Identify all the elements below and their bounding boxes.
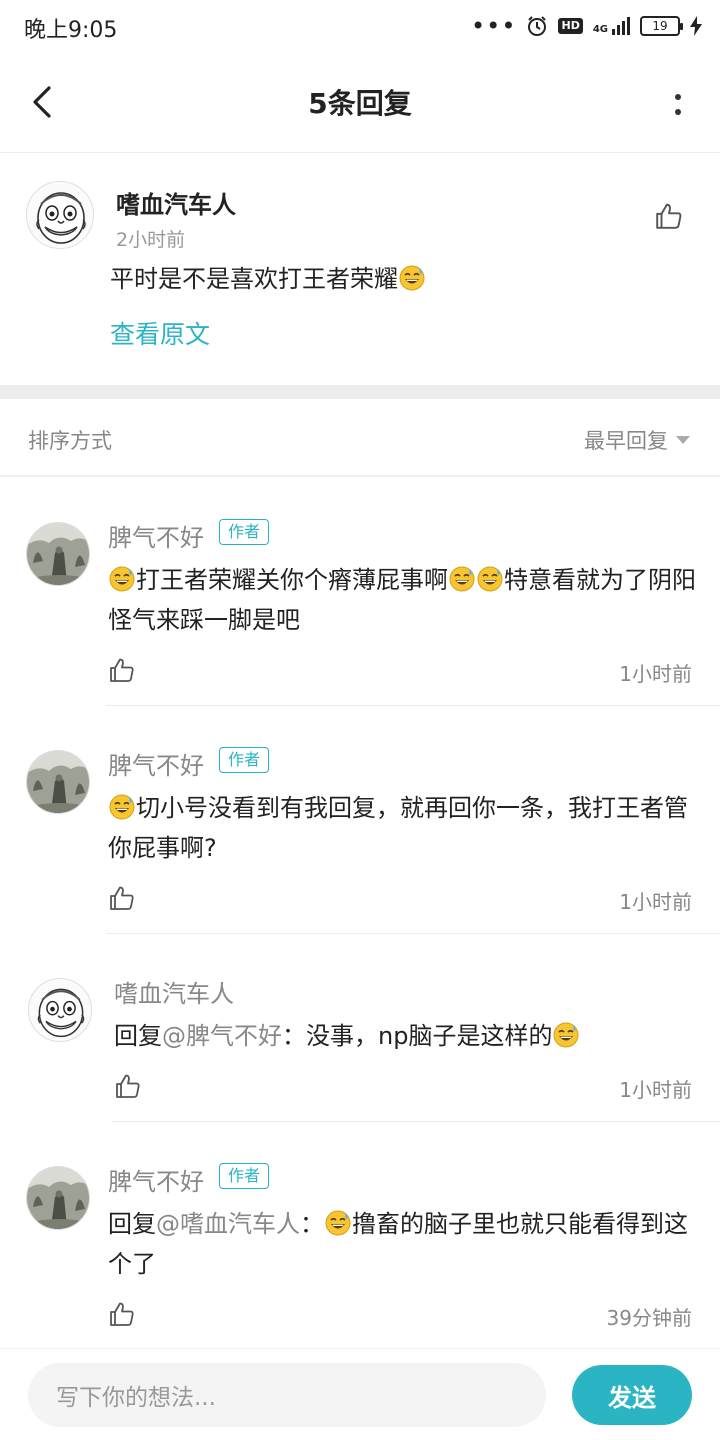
reply-author[interactable]: 脾气不好 xyxy=(108,746,204,781)
like-button[interactable] xyxy=(108,656,136,684)
reply-text-part: 切小号没看到有我回复，就再回你一条，我打王者管你屁事啊? xyxy=(108,794,688,862)
sweat-smile-emoji-icon xyxy=(109,794,135,820)
view-original-link[interactable]: 查看原文 xyxy=(110,315,210,351)
mention-link[interactable]: @嗜血汽车人 xyxy=(156,1210,300,1238)
comment-text-content: 平时是不是喜欢打王者荣耀 xyxy=(110,265,398,293)
thumb-up-icon xyxy=(114,1072,142,1100)
sort-dropdown[interactable]: 最早回复 xyxy=(584,425,690,455)
reply-prefix: 回复 xyxy=(108,1210,156,1238)
comment-text: 平时是不是喜欢打王者荣耀 xyxy=(110,259,426,294)
reply-time: 39分钟前 xyxy=(606,1306,692,1330)
sweat-smile-emoji-icon xyxy=(109,566,135,592)
status-time: 晚上9:05 xyxy=(24,18,118,43)
page-title: 5条回复 xyxy=(308,87,412,120)
caret-down-icon xyxy=(676,436,690,444)
battery-level: 19 xyxy=(652,19,668,33)
avatar[interactable] xyxy=(26,522,90,586)
comment-time: 2小时前 xyxy=(116,229,186,251)
avatar-image xyxy=(27,1167,90,1230)
author-badge: 作者 xyxy=(219,519,270,545)
reply-item: 脾气不好 作者 打王者荣耀关你个瘠薄屁事啊 特意看就为了阴阳怪气来踩一脚是吧 1小… xyxy=(0,478,720,706)
nav-bar: 5条回复 xyxy=(0,52,720,152)
like-button[interactable] xyxy=(108,884,136,912)
thumb-up-icon xyxy=(108,656,136,684)
section-separator xyxy=(0,385,720,399)
sweat-smile-emoji-icon xyxy=(553,1022,579,1048)
reply-time: 1小时前 xyxy=(619,662,692,686)
reply-time: 1小时前 xyxy=(619,890,692,914)
avatar-image xyxy=(27,182,94,249)
reply-text: 打王者荣耀关你个瘠薄屁事啊 特意看就为了阴阳怪气来踩一脚是吧 xyxy=(108,560,698,640)
original-comment: 嗜血汽车人 2小时前 平时是不是喜欢打王者荣耀 查看原文 xyxy=(0,153,720,385)
reply-text: 切小号没看到有我回复，就再回你一条，我打王者管你屁事啊? xyxy=(108,788,698,868)
reply-author[interactable]: 脾气不好 xyxy=(108,518,204,553)
thumb-up-icon xyxy=(108,884,136,912)
mention-link[interactable]: @脾气不好 xyxy=(162,1022,282,1050)
reply-item: 脾气不好 作者 切小号没看到有我回复，就再回你一条，我打王者管你屁事啊? 1小时… xyxy=(0,706,720,934)
avatar[interactable] xyxy=(26,750,90,814)
reply-time: 1小时前 xyxy=(619,1078,692,1102)
sweat-smile-emoji-icon xyxy=(399,265,425,291)
network-type: 4G xyxy=(592,24,608,35)
avatar-image xyxy=(29,979,92,1042)
reply-text: 回复@脾气不好：没事，np脑子是这样的 xyxy=(114,1016,704,1056)
sort-bar: 排序方式 最早回复 xyxy=(0,399,720,477)
comment-input[interactable]: 写下你的想法... xyxy=(28,1363,546,1427)
like-button[interactable] xyxy=(114,1072,142,1100)
more-options-button[interactable] xyxy=(668,84,688,124)
avatar-image xyxy=(27,751,90,814)
battery-icon: 19 xyxy=(640,16,683,36)
avatar[interactable] xyxy=(26,181,94,249)
comment-author[interactable]: 嗜血汽车人 xyxy=(116,185,236,220)
sort-value: 最早回复 xyxy=(584,429,668,453)
reply-author[interactable]: 嗜血汽车人 xyxy=(114,974,234,1009)
signal-icon: 4G xyxy=(593,17,630,35)
reply-item: 脾气不好 作者 回复@嗜血汽车人： 撸畜的脑子里也就只能看得到这个了 39分钟前 xyxy=(0,1122,720,1348)
reply-text: 回复@嗜血汽车人： 撸畜的脑子里也就只能看得到这个了 xyxy=(108,1204,698,1284)
comment-input-bar: 写下你的想法... 发送 xyxy=(0,1348,720,1440)
sort-label: 排序方式 xyxy=(28,429,112,453)
reply-prefix: 回复 xyxy=(114,1022,162,1050)
charging-icon xyxy=(690,16,702,36)
reply-item: 嗜血汽车人 回复@脾气不好：没事，np脑子是这样的 1小时前 xyxy=(0,934,720,1122)
thumb-up-icon xyxy=(108,1300,136,1328)
sweat-smile-emoji-icon xyxy=(325,1210,351,1236)
reply-text-part: ：没事，np脑子是这样的 xyxy=(282,1022,553,1050)
like-button[interactable] xyxy=(108,1300,136,1328)
avatar[interactable] xyxy=(26,1166,90,1230)
hd-badge: HD xyxy=(558,18,583,34)
author-badge: 作者 xyxy=(219,1163,270,1189)
status-icons: ••• HD 4G 19 xyxy=(471,12,702,40)
author-badge: 作者 xyxy=(219,747,270,773)
more-notifications-icon: ••• xyxy=(471,12,517,40)
status-bar: 晚上9:05 ••• HD 4G 19 xyxy=(0,0,720,52)
thumb-up-icon xyxy=(654,201,684,231)
reply-text-part: ： xyxy=(300,1210,324,1238)
reply-text-part: 打王者荣耀关你个瘠薄屁事啊 xyxy=(136,566,448,594)
avatar-image xyxy=(27,523,90,586)
like-button[interactable] xyxy=(654,201,684,231)
alarm-icon xyxy=(528,16,547,36)
reply-author[interactable]: 脾气不好 xyxy=(108,1162,204,1197)
send-button[interactable]: 发送 xyxy=(572,1365,692,1425)
avatar[interactable] xyxy=(28,978,92,1042)
sweat-smile-emoji-icon xyxy=(477,566,503,592)
sweat-smile-emoji-icon xyxy=(449,566,475,592)
